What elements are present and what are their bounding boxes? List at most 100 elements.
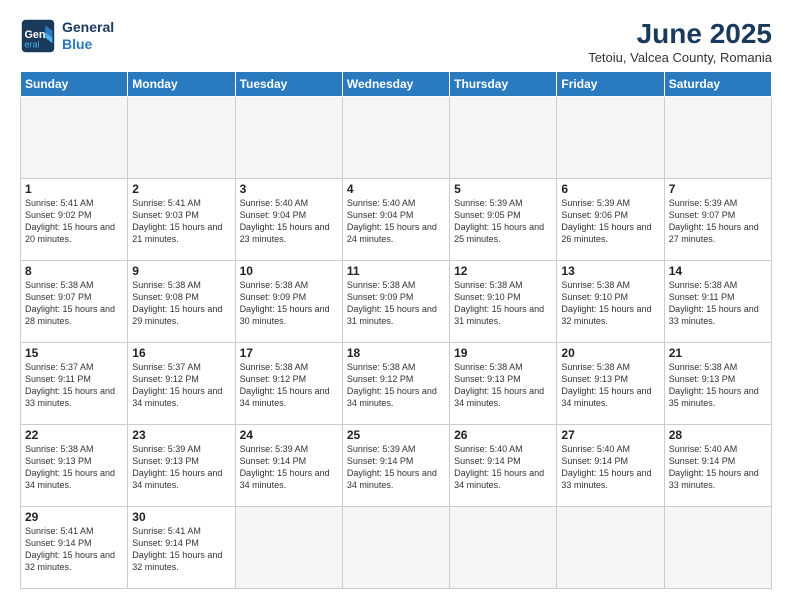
calendar-cell: 17Sunrise: 5:38 AMSunset: 9:12 PMDayligh… xyxy=(235,343,342,425)
calendar-cell: 4Sunrise: 5:40 AMSunset: 9:04 PMDaylight… xyxy=(342,179,449,261)
day-number: 2 xyxy=(132,182,230,196)
day-detail: Sunrise: 5:40 AMSunset: 9:04 PMDaylight:… xyxy=(240,197,338,246)
calendar-cell: 5Sunrise: 5:39 AMSunset: 9:05 PMDaylight… xyxy=(450,179,557,261)
calendar-cell xyxy=(21,97,128,179)
calendar-cell: 24Sunrise: 5:39 AMSunset: 9:14 PMDayligh… xyxy=(235,425,342,507)
day-detail: Sunrise: 5:39 AMSunset: 9:14 PMDaylight:… xyxy=(240,443,338,492)
day-detail: Sunrise: 5:38 AMSunset: 9:10 PMDaylight:… xyxy=(561,279,659,328)
day-detail: Sunrise: 5:40 AMSunset: 9:14 PMDaylight:… xyxy=(454,443,552,492)
day-detail: Sunrise: 5:38 AMSunset: 9:08 PMDaylight:… xyxy=(132,279,230,328)
day-number: 28 xyxy=(669,428,767,442)
calendar-cell xyxy=(557,97,664,179)
day-detail: Sunrise: 5:39 AMSunset: 9:13 PMDaylight:… xyxy=(132,443,230,492)
day-number: 13 xyxy=(561,264,659,278)
day-number: 16 xyxy=(132,346,230,360)
day-number: 21 xyxy=(669,346,767,360)
day-number: 19 xyxy=(454,346,552,360)
weekday-header-tuesday: Tuesday xyxy=(235,72,342,97)
day-number: 17 xyxy=(240,346,338,360)
logo: Gen eral General Blue xyxy=(20,18,114,54)
calendar-week-row xyxy=(21,97,772,179)
logo-text: General Blue xyxy=(62,19,114,53)
day-number: 8 xyxy=(25,264,123,278)
day-number: 9 xyxy=(132,264,230,278)
calendar-cell: 25Sunrise: 5:39 AMSunset: 9:14 PMDayligh… xyxy=(342,425,449,507)
day-detail: Sunrise: 5:38 AMSunset: 9:10 PMDaylight:… xyxy=(454,279,552,328)
calendar-cell xyxy=(235,97,342,179)
day-number: 14 xyxy=(669,264,767,278)
day-number: 11 xyxy=(347,264,445,278)
day-number: 20 xyxy=(561,346,659,360)
title-block: June 2025 Tetoiu, Valcea County, Romania xyxy=(588,18,772,65)
day-number: 5 xyxy=(454,182,552,196)
day-detail: Sunrise: 5:37 AMSunset: 9:11 PMDaylight:… xyxy=(25,361,123,410)
calendar-cell: 27Sunrise: 5:40 AMSunset: 9:14 PMDayligh… xyxy=(557,425,664,507)
day-detail: Sunrise: 5:39 AMSunset: 9:06 PMDaylight:… xyxy=(561,197,659,246)
weekday-header-thursday: Thursday xyxy=(450,72,557,97)
calendar-cell xyxy=(450,97,557,179)
day-detail: Sunrise: 5:41 AMSunset: 9:02 PMDaylight:… xyxy=(25,197,123,246)
subtitle: Tetoiu, Valcea County, Romania xyxy=(588,50,772,65)
calendar-cell xyxy=(128,97,235,179)
day-detail: Sunrise: 5:37 AMSunset: 9:12 PMDaylight:… xyxy=(132,361,230,410)
calendar-cell: 22Sunrise: 5:38 AMSunset: 9:13 PMDayligh… xyxy=(21,425,128,507)
day-number: 25 xyxy=(347,428,445,442)
header: Gen eral General Blue June 2025 Tetoiu, … xyxy=(20,18,772,65)
calendar-cell: 30Sunrise: 5:41 AMSunset: 9:14 PMDayligh… xyxy=(128,507,235,589)
weekday-header-sunday: Sunday xyxy=(21,72,128,97)
day-detail: Sunrise: 5:38 AMSunset: 9:11 PMDaylight:… xyxy=(669,279,767,328)
calendar-cell: 7Sunrise: 5:39 AMSunset: 9:07 PMDaylight… xyxy=(664,179,771,261)
calendar-cell: 14Sunrise: 5:38 AMSunset: 9:11 PMDayligh… xyxy=(664,261,771,343)
day-number: 27 xyxy=(561,428,659,442)
calendar-cell: 18Sunrise: 5:38 AMSunset: 9:12 PMDayligh… xyxy=(342,343,449,425)
weekday-header-friday: Friday xyxy=(557,72,664,97)
day-number: 1 xyxy=(25,182,123,196)
calendar-cell xyxy=(557,507,664,589)
day-number: 3 xyxy=(240,182,338,196)
calendar-cell xyxy=(664,97,771,179)
calendar-cell: 6Sunrise: 5:39 AMSunset: 9:06 PMDaylight… xyxy=(557,179,664,261)
day-detail: Sunrise: 5:38 AMSunset: 9:12 PMDaylight:… xyxy=(240,361,338,410)
day-number: 30 xyxy=(132,510,230,524)
day-detail: Sunrise: 5:41 AMSunset: 9:14 PMDaylight:… xyxy=(132,525,230,574)
calendar-cell: 12Sunrise: 5:38 AMSunset: 9:10 PMDayligh… xyxy=(450,261,557,343)
calendar-week-row: 29Sunrise: 5:41 AMSunset: 9:14 PMDayligh… xyxy=(21,507,772,589)
day-detail: Sunrise: 5:41 AMSunset: 9:14 PMDaylight:… xyxy=(25,525,123,574)
calendar-cell: 10Sunrise: 5:38 AMSunset: 9:09 PMDayligh… xyxy=(235,261,342,343)
day-detail: Sunrise: 5:38 AMSunset: 9:07 PMDaylight:… xyxy=(25,279,123,328)
calendar-cell: 28Sunrise: 5:40 AMSunset: 9:14 PMDayligh… xyxy=(664,425,771,507)
svg-text:eral: eral xyxy=(25,40,40,50)
day-detail: Sunrise: 5:40 AMSunset: 9:04 PMDaylight:… xyxy=(347,197,445,246)
calendar-week-row: 22Sunrise: 5:38 AMSunset: 9:13 PMDayligh… xyxy=(21,425,772,507)
calendar-cell: 29Sunrise: 5:41 AMSunset: 9:14 PMDayligh… xyxy=(21,507,128,589)
calendar-cell xyxy=(342,507,449,589)
day-number: 26 xyxy=(454,428,552,442)
calendar-cell: 23Sunrise: 5:39 AMSunset: 9:13 PMDayligh… xyxy=(128,425,235,507)
calendar-cell: 11Sunrise: 5:38 AMSunset: 9:09 PMDayligh… xyxy=(342,261,449,343)
day-detail: Sunrise: 5:39 AMSunset: 9:14 PMDaylight:… xyxy=(347,443,445,492)
day-number: 29 xyxy=(25,510,123,524)
calendar-cell: 9Sunrise: 5:38 AMSunset: 9:08 PMDaylight… xyxy=(128,261,235,343)
day-detail: Sunrise: 5:38 AMSunset: 9:09 PMDaylight:… xyxy=(240,279,338,328)
page: Gen eral General Blue June 2025 Tetoiu, … xyxy=(0,0,792,612)
day-detail: Sunrise: 5:40 AMSunset: 9:14 PMDaylight:… xyxy=(669,443,767,492)
day-detail: Sunrise: 5:39 AMSunset: 9:07 PMDaylight:… xyxy=(669,197,767,246)
weekday-header-saturday: Saturday xyxy=(664,72,771,97)
day-detail: Sunrise: 5:41 AMSunset: 9:03 PMDaylight:… xyxy=(132,197,230,246)
calendar-cell xyxy=(235,507,342,589)
day-detail: Sunrise: 5:38 AMSunset: 9:13 PMDaylight:… xyxy=(454,361,552,410)
calendar-cell xyxy=(664,507,771,589)
calendar-cell xyxy=(450,507,557,589)
calendar-week-row: 1Sunrise: 5:41 AMSunset: 9:02 PMDaylight… xyxy=(21,179,772,261)
calendar-cell: 2Sunrise: 5:41 AMSunset: 9:03 PMDaylight… xyxy=(128,179,235,261)
day-detail: Sunrise: 5:38 AMSunset: 9:12 PMDaylight:… xyxy=(347,361,445,410)
weekday-header-row: SundayMondayTuesdayWednesdayThursdayFrid… xyxy=(21,72,772,97)
calendar-cell: 19Sunrise: 5:38 AMSunset: 9:13 PMDayligh… xyxy=(450,343,557,425)
calendar-cell: 26Sunrise: 5:40 AMSunset: 9:14 PMDayligh… xyxy=(450,425,557,507)
calendar-cell: 8Sunrise: 5:38 AMSunset: 9:07 PMDaylight… xyxy=(21,261,128,343)
day-detail: Sunrise: 5:40 AMSunset: 9:14 PMDaylight:… xyxy=(561,443,659,492)
day-number: 23 xyxy=(132,428,230,442)
calendar-week-row: 15Sunrise: 5:37 AMSunset: 9:11 PMDayligh… xyxy=(21,343,772,425)
logo-icon: Gen eral xyxy=(20,18,56,54)
day-number: 24 xyxy=(240,428,338,442)
